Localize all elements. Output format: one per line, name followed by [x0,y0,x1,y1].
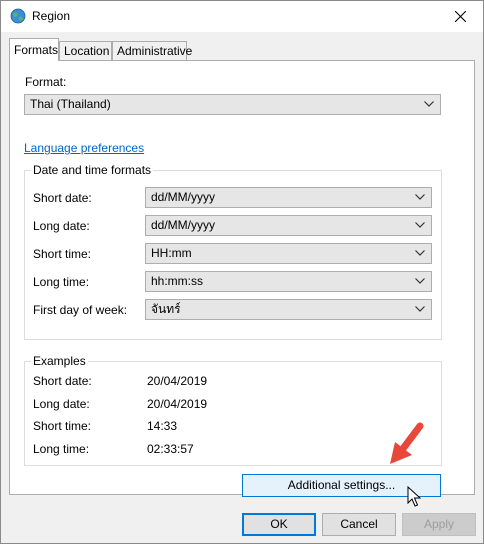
window-title: Region [32,9,71,23]
cancel-button[interactable]: Cancel [322,513,396,536]
long-time-select[interactable]: hh:mm:ss [145,271,432,292]
date-time-formats-title: Date and time formats [31,163,154,177]
long-time-value: hh:mm:ss [151,274,204,288]
format-label: Format: [25,75,67,89]
example-long-date-value: 20/04/2019 [147,397,208,411]
examples-title: Examples [31,354,88,368]
tab-formats[interactable]: Formats [9,38,59,61]
mouse-cursor-icon [407,486,421,507]
close-button[interactable] [437,1,483,32]
globe-icon [10,8,26,24]
chevron-down-icon [415,278,425,284]
chevron-down-icon [415,194,425,200]
example-short-time-value: 14:33 [147,419,178,433]
short-date-value: dd/MM/yyyy [151,190,216,204]
long-date-label: Long date: [33,219,90,233]
chevron-down-icon [415,222,425,228]
first-day-of-week-value: จันทร์ [151,302,181,316]
close-icon [454,11,466,22]
first-day-of-week-select[interactable]: จันทร์ [145,299,432,320]
ok-button[interactable]: OK [242,513,316,536]
format-select[interactable]: Thai (Thailand) [24,94,441,115]
example-long-time-label: Long time: [33,442,90,456]
short-date-select[interactable]: dd/MM/yyyy [145,187,432,208]
example-short-time-label: Short time: [33,419,92,433]
chevron-down-icon [424,101,434,107]
long-date-value: dd/MM/yyyy [151,218,216,232]
example-long-time-value: 02:33:57 [147,442,194,456]
tab-administrative[interactable]: Administrative [112,41,192,60]
date-time-formats-group: Date and time formats Short date: dd/MM/… [24,163,442,340]
format-value: Thai (Thailand) [30,97,111,111]
long-time-label: Long time: [33,275,90,289]
short-time-label: Short time: [33,247,92,261]
chevron-down-icon [415,250,425,256]
short-time-value: HH:mm [151,246,192,260]
first-day-of-week-label: First day of week: [33,303,128,317]
example-short-date-value: 20/04/2019 [147,374,208,388]
title-bar: Region [1,1,483,32]
short-time-select[interactable]: HH:mm [145,243,432,264]
example-short-date-label: Short date: [33,374,92,388]
red-annotation-arrow-icon [390,422,424,464]
language-preferences-link[interactable]: Language preferences [24,141,144,155]
apply-button[interactable]: Apply [402,513,476,536]
long-date-select[interactable]: dd/MM/yyyy [145,215,432,236]
chevron-down-icon [415,306,425,312]
short-date-label: Short date: [33,191,92,205]
example-long-date-label: Long date: [33,397,90,411]
tab-location[interactable]: Location [59,41,112,60]
